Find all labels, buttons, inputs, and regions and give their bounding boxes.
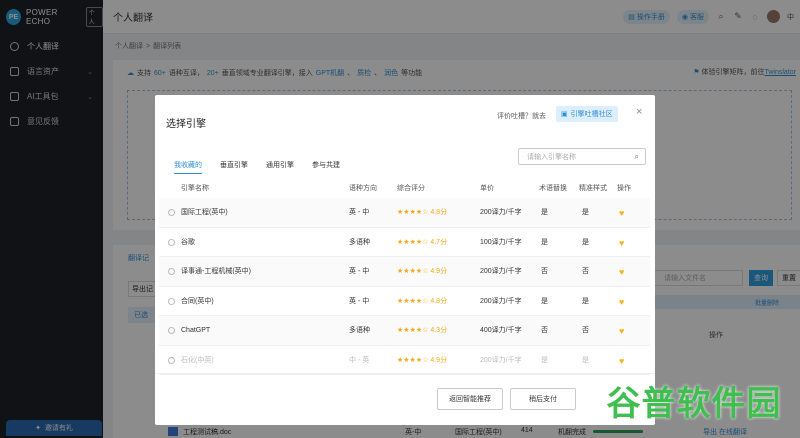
engine-score: 4.8分 bbox=[430, 209, 448, 217]
engine-direction: 多语种 bbox=[349, 238, 370, 246]
engine-radio[interactable] bbox=[168, 209, 175, 216]
engine-radio[interactable] bbox=[168, 356, 175, 364]
engine-score: 4.9分 bbox=[430, 356, 448, 364]
engine-name: 谷歌 bbox=[181, 238, 195, 246]
search-icon[interactable]: ⌕ bbox=[635, 152, 639, 162]
col-score: 综合评分 bbox=[397, 185, 425, 192]
table-row[interactable]: 合同(英中) 英 - 中 ★★★★☆ 4.8分 200译力/千字 是 是 ♥ bbox=[159, 287, 650, 316]
tab-general[interactable]: 通用引擎 bbox=[266, 160, 294, 174]
tab-favorites[interactable]: 我收藏的 bbox=[174, 160, 202, 174]
engine-term-replace: 是 bbox=[541, 297, 548, 305]
engine-score: 4.9分 bbox=[430, 268, 448, 276]
star-icon: ★★★★☆ bbox=[397, 356, 429, 364]
col-price: 单价 bbox=[480, 185, 494, 192]
heart-icon[interactable]: ♥ bbox=[619, 267, 629, 277]
engine-name: ChatGPT bbox=[181, 326, 211, 334]
engine-rating: ★★★★☆ 4.9分 bbox=[397, 355, 447, 365]
heart-icon[interactable]: ♥ bbox=[619, 208, 629, 218]
close-icon[interactable]: × bbox=[636, 106, 642, 118]
star-icon: ★★★★☆ bbox=[397, 297, 429, 305]
engine-term-replace: 是 bbox=[541, 209, 548, 217]
engine-price: 100译力/千字 bbox=[480, 238, 522, 246]
engine-score: 4.7分 bbox=[430, 238, 448, 246]
engine-rating: ★★★★☆ 4.8分 bbox=[397, 207, 447, 217]
engine-term-replace: 是 bbox=[541, 356, 548, 364]
engine-direction: 英 - 中 bbox=[349, 209, 370, 217]
engine-price: 200译力/千字 bbox=[480, 356, 522, 364]
col-dir: 语种方向 bbox=[349, 185, 377, 192]
star-icon: ★★★★☆ bbox=[397, 238, 429, 246]
modal-tabs: 我收藏的 垂直引擎 通用引擎 参与共建 bbox=[174, 160, 340, 174]
engine-term-replace: 否 bbox=[541, 327, 548, 335]
engine-table: 引擎名称 语种方向 综合评分 单价 术语替换 精准样式 操作 国际工程(英中) 英… bbox=[159, 178, 650, 375]
community-label: 引擎吐槽社区 bbox=[570, 111, 613, 118]
engine-direction: 中 - 英 bbox=[349, 356, 370, 364]
engine-direction: 英 - 中 bbox=[349, 297, 370, 305]
engine-radio[interactable] bbox=[168, 327, 175, 334]
modal-title: 选择引擎 bbox=[166, 119, 206, 130]
star-icon: ★★★★☆ bbox=[397, 209, 429, 217]
engine-search-input[interactable]: 请输入引擎名称 ⌕ bbox=[518, 148, 646, 165]
engine-precise-format: 是 bbox=[582, 209, 589, 217]
engine-direction: 多语种 bbox=[349, 327, 370, 335]
modal-help-text: 评价吐槽？就去 bbox=[497, 113, 546, 120]
table-row[interactable]: 谷歌 多语种 ★★★★☆ 4.7分 100译力/千字 是 是 ♥ bbox=[159, 228, 650, 257]
engine-name: 石化(中英) bbox=[181, 356, 214, 364]
engine-precise-format: 是 bbox=[582, 238, 589, 246]
tab-vertical[interactable]: 垂直引擎 bbox=[220, 160, 248, 174]
engine-radio[interactable] bbox=[168, 297, 175, 305]
engine-name: 合同(英中) bbox=[181, 297, 214, 305]
watermark-logo: 谷普软件园 bbox=[606, 384, 782, 423]
community-button[interactable]: ▣ 引擎吐槽社区 bbox=[556, 106, 618, 122]
engine-rating: ★★★★☆ 4.9分 bbox=[397, 266, 447, 276]
star-icon: ★★★★☆ bbox=[397, 268, 429, 276]
engine-radio[interactable] bbox=[168, 238, 175, 246]
engine-term-replace: 是 bbox=[541, 238, 548, 246]
table-row[interactable]: 国际工程(英中) 英 - 中 ★★★★☆ 4.8分 200译力/千字 是 是 ♥ bbox=[159, 198, 650, 228]
col-format: 精准样式 bbox=[579, 185, 607, 192]
table-header: 引擎名称 语种方向 综合评分 单价 术语替换 精准样式 操作 bbox=[159, 178, 650, 198]
heart-icon[interactable]: ♥ bbox=[619, 326, 629, 336]
engine-precise-format: 是 bbox=[582, 297, 589, 305]
engine-score: 4.8分 bbox=[430, 297, 448, 305]
engine-select-modal: 选择引擎 评价吐槽？就去 ▣ 引擎吐槽社区 × 我收藏的 垂直引擎 通用引擎 参… bbox=[155, 95, 655, 425]
engine-search-placeholder: 请输入引擎名称 bbox=[527, 153, 576, 161]
heart-icon[interactable]: ♥ bbox=[619, 238, 629, 248]
engine-rating: ★★★★☆ 4.8分 bbox=[397, 296, 447, 306]
back-recommend-button[interactable]: 返回智能推荐 bbox=[437, 388, 503, 410]
pay-later-button[interactable]: 稍后支付 bbox=[510, 388, 576, 410]
engine-price: 200译力/千字 bbox=[480, 268, 522, 276]
engine-rating: ★★★★☆ 4.7分 bbox=[397, 237, 447, 247]
table-row[interactable]: ChatGPT 多语种 ★★★★☆ 4.3分 400译力/千字 否 否 ♥ bbox=[159, 316, 650, 346]
chat-icon: ▣ bbox=[561, 111, 568, 118]
table-row[interactable]: 译事通-工程机械(英中) 英 - 中 ★★★★☆ 4.9分 200译力/千字 否 否 ♥ bbox=[159, 257, 650, 287]
engine-rating: ★★★★☆ 4.3分 bbox=[397, 325, 447, 335]
engine-term-replace: 否 bbox=[541, 268, 548, 276]
col-name: 引擎名称 bbox=[181, 185, 209, 192]
engine-precise-format: 否 bbox=[582, 327, 589, 335]
col-operation: 操作 bbox=[617, 185, 631, 192]
engine-price: 400译力/千字 bbox=[480, 327, 522, 335]
engine-direction: 英 - 中 bbox=[349, 268, 370, 276]
engine-radio[interactable] bbox=[168, 268, 175, 275]
table-row[interactable]: 石化(中英) 中 - 英 ★★★★☆ 4.9分 200译力/千字是是 ♥ bbox=[159, 346, 650, 375]
engine-precise-format: 否 bbox=[582, 268, 589, 276]
engine-score: 4.3分 bbox=[430, 327, 448, 335]
star-icon: ★★★★☆ bbox=[397, 327, 429, 335]
tab-co-build[interactable]: 参与共建 bbox=[312, 160, 340, 174]
engine-price: 200译力/千字 bbox=[480, 209, 522, 217]
engine-name: 国际工程(英中) bbox=[181, 209, 228, 217]
col-term: 术语替换 bbox=[539, 185, 567, 192]
engine-name: 译事通-工程机械(英中) bbox=[181, 268, 251, 276]
modal-footer: 返回智能推荐 稍后支付 bbox=[155, 373, 655, 425]
engine-price: 200译力/千字 bbox=[480, 297, 522, 305]
heart-icon[interactable]: ♥ bbox=[619, 297, 629, 307]
engine-rows: 国际工程(英中) 英 - 中 ★★★★☆ 4.8分 200译力/千字是是 ♥ 谷歌 多语种 ★… bbox=[159, 198, 650, 375]
